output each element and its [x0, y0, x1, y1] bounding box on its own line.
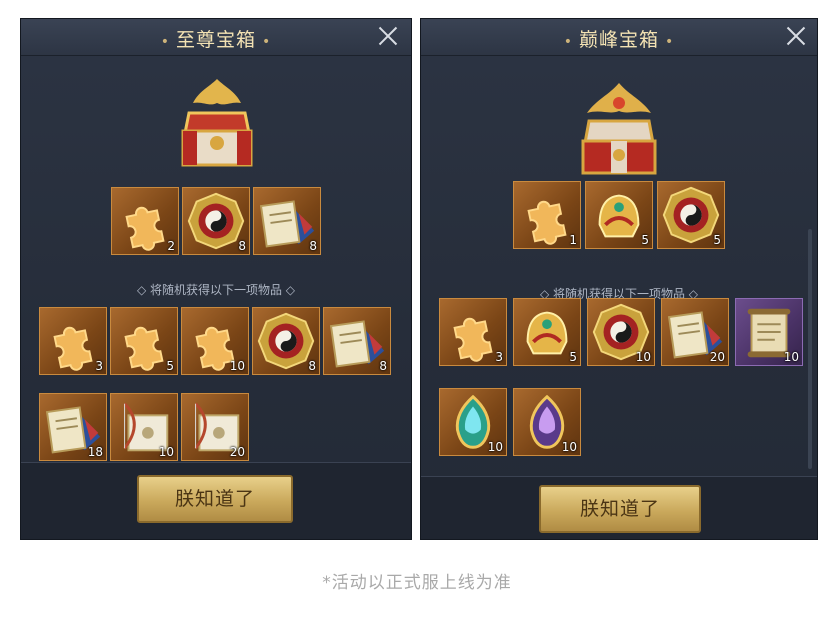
random-hint: ◇ 将随机获得以下一项物品 ◇: [136, 283, 296, 297]
item-quantity: 18: [87, 445, 103, 459]
reward-item-slot[interactable]: 10: [735, 298, 803, 366]
reward-item-slot[interactable]: 5: [513, 298, 581, 366]
item-quantity: 5: [569, 350, 577, 364]
item-quantity: 20: [709, 350, 725, 364]
reward-item-slot[interactable]: 5: [110, 307, 178, 375]
confirm-button[interactable]: 朕知道了: [137, 475, 293, 523]
panel-title: • 巅峰宝箱 •: [563, 29, 675, 51]
reward-item-slot[interactable]: 3: [439, 298, 507, 366]
reward-item-slot[interactable]: 8: [182, 187, 250, 255]
reward-item-slot[interactable]: 20: [181, 393, 249, 461]
reward-item-slot[interactable]: 2: [111, 187, 179, 255]
item-quantity: 10: [229, 359, 245, 373]
item-quantity: 2: [167, 239, 175, 253]
item-quantity: 8: [238, 239, 246, 253]
item-quantity: 5: [713, 233, 721, 247]
item-quantity: 5: [641, 233, 649, 247]
peak-chest-icon: [581, 83, 657, 175]
reward-item-slot[interactable]: 10: [513, 388, 581, 456]
title-bar: • 巅峰宝箱 •: [421, 19, 817, 56]
close-icon[interactable]: [781, 22, 811, 52]
reward-item-slot[interactable]: 1: [513, 181, 581, 249]
item-quantity: 10: [487, 440, 503, 454]
close-icon[interactable]: [373, 22, 403, 52]
reward-item-slot[interactable]: 20: [661, 298, 729, 366]
item-quantity: 8: [379, 359, 387, 373]
panel-title: • 至尊宝箱 •: [160, 29, 272, 51]
item-quantity: 1: [569, 233, 577, 247]
item-quantity: 20: [229, 445, 245, 459]
peak-chest-panel: • 巅峰宝箱 • 155 ◇ 将随机获得以下一项物品 ◇ 3 5 10 20 10 10 10 …: [420, 18, 818, 540]
confirm-button[interactable]: 朕知道了: [539, 485, 701, 533]
footer: 朕知道了: [421, 476, 817, 539]
item-quantity: 3: [95, 359, 103, 373]
footnote-caption: *活动以正式服上线为准: [322, 573, 512, 593]
item-quantity: 10: [561, 440, 577, 454]
item-quantity: 8: [308, 359, 316, 373]
reward-item-slot[interactable]: 10: [110, 393, 178, 461]
supreme-chest-panel: • 至尊宝箱 • 288 ◇ 将随机获得以下一项物品 ◇ 3 5 10 8 8 18 10 20 …: [20, 18, 412, 540]
reward-item-slot[interactable]: 3: [39, 307, 107, 375]
item-quantity: 8: [309, 239, 317, 253]
reward-item-slot[interactable]: 8: [253, 187, 321, 255]
supreme-chest-icon: [181, 79, 253, 167]
footer: 朕知道了: [21, 462, 411, 539]
reward-item-slot[interactable]: 8: [323, 307, 391, 375]
reward-item-slot[interactable]: 8: [252, 307, 320, 375]
item-quantity: 3: [495, 350, 503, 364]
item-quantity: 10: [783, 350, 799, 364]
reward-item-slot[interactable]: 5: [585, 181, 653, 249]
reward-item-slot[interactable]: 10: [439, 388, 507, 456]
title-bar: • 至尊宝箱 •: [21, 19, 411, 56]
reward-item-slot[interactable]: 18: [39, 393, 107, 461]
reward-item-slot[interactable]: 10: [181, 307, 249, 375]
item-quantity: 5: [166, 359, 174, 373]
scrollbar[interactable]: [808, 229, 812, 469]
reward-item-slot[interactable]: 10: [587, 298, 655, 366]
item-quantity: 10: [158, 445, 174, 459]
item-quantity: 10: [635, 350, 651, 364]
reward-item-slot[interactable]: 5: [657, 181, 725, 249]
